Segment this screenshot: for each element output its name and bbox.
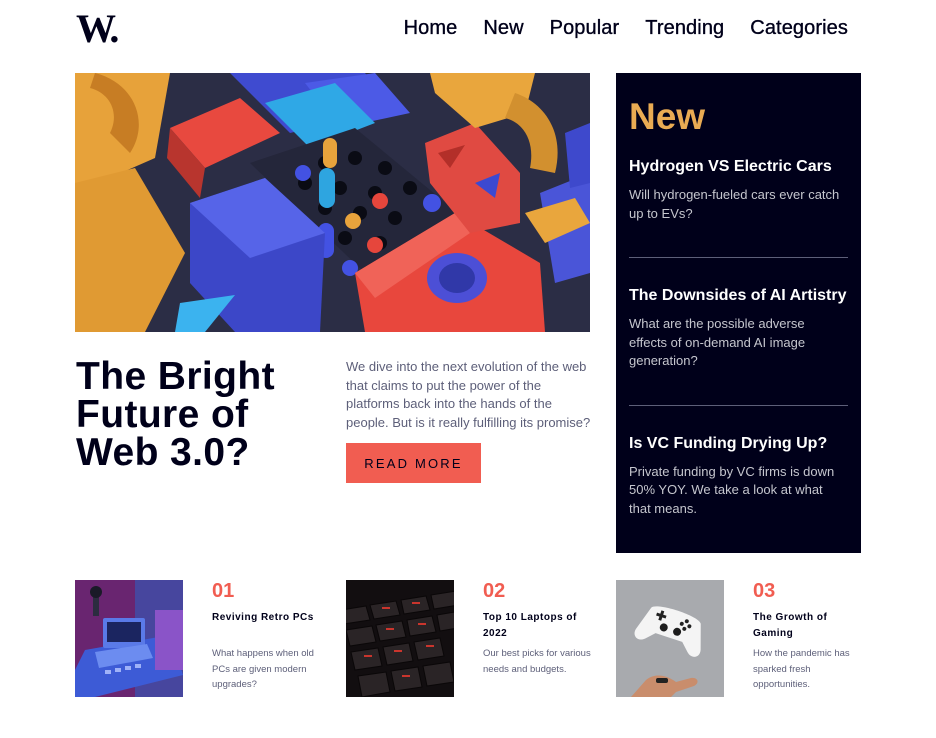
article-card[interactable]: 03 The Growth of Gaming How the pandemic…: [616, 580, 886, 697]
nav-home[interactable]: Home: [403, 17, 457, 40]
new-item-title[interactable]: The Downsides of AI Artistry: [629, 286, 848, 306]
main-nav: Home New Popular Trending Categories: [403, 17, 848, 40]
hero-description: We dive into the next evolution of the w…: [346, 359, 591, 430]
card-title[interactable]: The Growth of Gaming: [753, 610, 863, 641]
game-controller-image[interactable]: [616, 580, 724, 697]
card-number: 01: [212, 580, 235, 602]
new-item-title[interactable]: Is VC Funding Drying Up?: [629, 434, 848, 454]
article-card[interactable]: 01 Reviving Retro PCs What happens when …: [75, 580, 345, 697]
card-title[interactable]: Top 10 Laptops of 2022: [483, 610, 593, 641]
retro-pc-image[interactable]: [75, 580, 183, 697]
new-item-desc: Private funding by VC firms is down 50% …: [629, 463, 835, 516]
card-description: How the pandemic has sparked fresh oppor…: [753, 648, 850, 690]
hero-title: The Bright Future of Web 3.0?: [76, 355, 275, 474]
new-articles-panel: New Hydrogen VS Electric Cars Will hydro…: [616, 73, 861, 553]
divider: [629, 404, 848, 406]
new-item-title[interactable]: Hydrogen VS Electric Cars: [629, 157, 848, 177]
svg-text:W.: W.: [76, 12, 118, 44]
new-item[interactable]: Hydrogen VS Electric Cars Will hydrogen-…: [629, 157, 848, 223]
new-item[interactable]: The Downsides of AI Artistry What are th…: [629, 286, 848, 371]
new-item-desc: Will hydrogen-fueled cars ever catch up …: [629, 187, 840, 221]
divider: [629, 257, 848, 258]
card-number: 02: [483, 580, 506, 602]
laptop-keyboard-image[interactable]: [346, 580, 454, 697]
new-panel-heading: New: [629, 96, 706, 137]
card-title[interactable]: Reviving Retro PCs: [212, 610, 322, 626]
nav-new[interactable]: New: [483, 17, 524, 40]
nav-categories[interactable]: Categories: [750, 17, 848, 40]
card-number: 03: [753, 580, 776, 602]
hero-image: [75, 73, 590, 332]
article-card[interactable]: 02 Top 10 Laptops of 2022 Our best picks…: [346, 580, 616, 697]
nav-popular[interactable]: Popular: [549, 17, 619, 40]
read-more-button[interactable]: READ MORE: [346, 443, 481, 483]
card-description: Our best picks for various needs and bud…: [483, 648, 591, 675]
new-item[interactable]: Is VC Funding Drying Up? Private funding…: [629, 434, 848, 519]
new-item-desc: What are the possible adverse effects of…: [629, 316, 806, 368]
site-logo[interactable]: W.: [76, 6, 126, 51]
card-description: What happens when old PCs are given mode…: [212, 648, 314, 690]
nav-trending[interactable]: Trending: [645, 17, 724, 40]
